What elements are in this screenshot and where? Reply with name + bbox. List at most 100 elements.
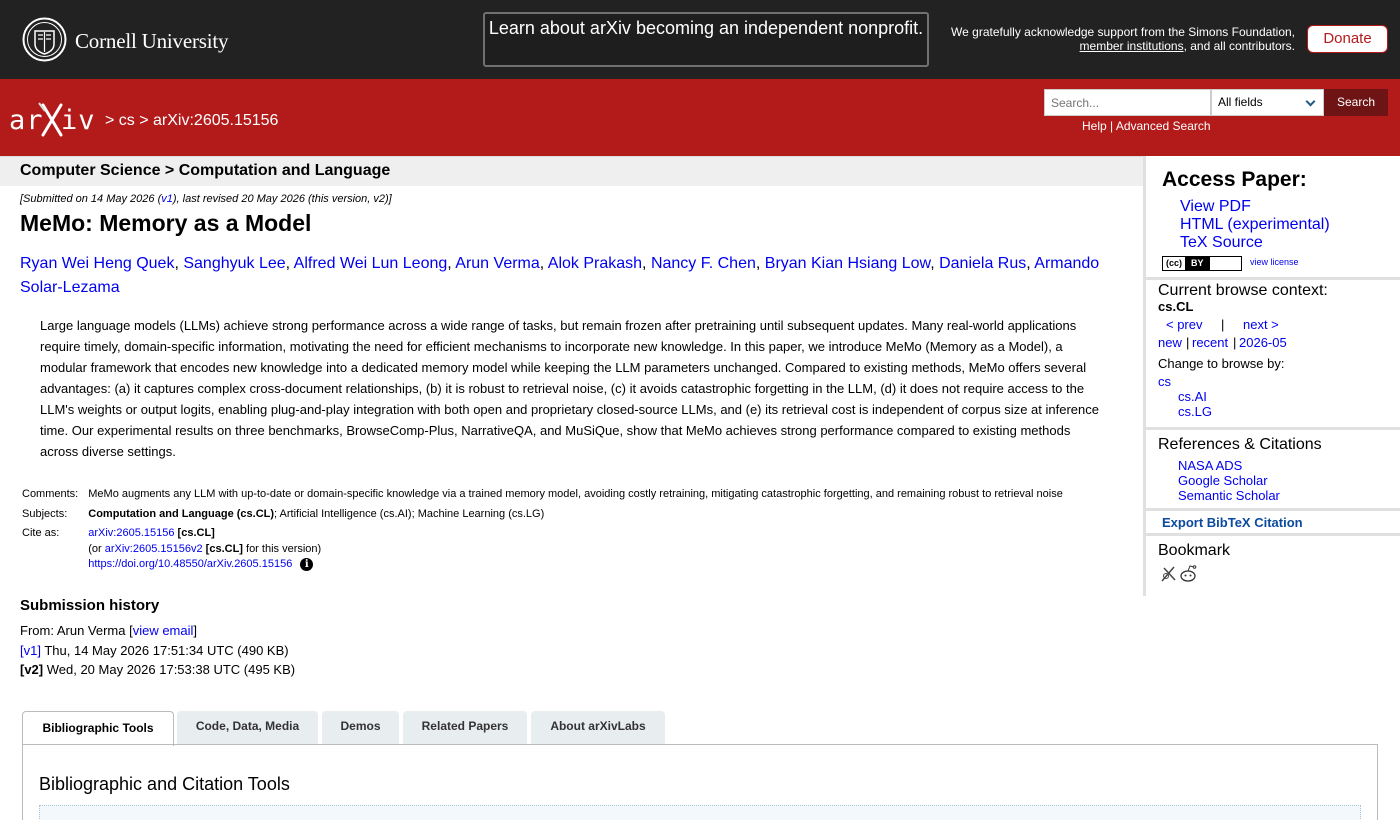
history-v2-text: Wed, 20 May 2026 17:53:38 UTC (495 KB): [43, 662, 296, 677]
tab-code-data-media[interactable]: Code, Data, Media: [177, 711, 318, 744]
history-from: From: Arun Verma [view email]: [20, 621, 295, 641]
help-link[interactable]: Help: [1082, 119, 1107, 133]
link-separator: |: [1106, 119, 1116, 133]
month-link[interactable]: 2026-05: [1239, 335, 1287, 350]
author-separator: ,: [174, 255, 184, 272]
view-email-link[interactable]: view email: [133, 623, 194, 638]
export-bibtex-link[interactable]: Export BibTeX Citation: [1162, 515, 1303, 530]
announcement-banner[interactable]: Learn about arXiv becoming an independen…: [483, 12, 929, 67]
chevron-down-icon: [1305, 96, 1316, 107]
browse-cs-link[interactable]: cs: [1158, 374, 1171, 389]
dateline-suffix: ), last revised 20 May 2026 (this versio…: [172, 193, 392, 205]
top-bar: Cornell University Learn about arXiv bec…: [0, 0, 1400, 79]
author-link[interactable]: Ryan Wei Heng Quek: [20, 255, 174, 272]
view-license-link[interactable]: view license: [1250, 257, 1299, 267]
author-link[interactable]: Bryan Kian Hsiang Low: [765, 255, 930, 272]
history-v2: [v2] Wed, 20 May 2026 17:53:38 UTC (495 …: [20, 660, 295, 680]
cite-category: [cs.CL]: [174, 527, 215, 539]
bibsonomy-icon[interactable]: [1160, 564, 1200, 584]
sidebar: Access Paper: View PDF HTML (experimenta…: [1143, 156, 1400, 596]
search-input[interactable]: Search...: [1044, 89, 1211, 116]
member-institutions-link[interactable]: member institutions: [1080, 39, 1184, 53]
html-experimental-link[interactable]: HTML (experimental): [1180, 216, 1330, 234]
history-v1-link[interactable]: [v1]: [20, 643, 41, 658]
author-separator: ,: [539, 255, 548, 272]
author-link[interactable]: Daniela Rus: [939, 255, 1026, 272]
cc-by-license-badge[interactable]: (cc) BY: [1162, 256, 1242, 271]
from-suffix: ]: [193, 623, 198, 638]
sidebar-divider: [1146, 427, 1400, 430]
advanced-search-link[interactable]: Advanced Search: [1116, 119, 1211, 133]
author-separator: ,: [755, 255, 765, 272]
google-scholar-link[interactable]: Google Scholar: [1178, 473, 1268, 488]
browse-context-value: cs.CL: [1158, 299, 1194, 314]
metadata-table: Comments: MeMo augments any LLM with up-…: [20, 485, 1065, 575]
sidebar-divider: [1146, 533, 1400, 536]
cite-or-suffix: for this version): [242, 542, 322, 555]
author-link[interactable]: Alfred Wei Lun Leong: [294, 255, 448, 272]
search-field-select[interactable]: All fields: [1211, 89, 1324, 116]
tab-about-arxivlabs[interactable]: About arXivLabs: [531, 711, 665, 744]
arxiv-logo-icon[interactable]: ar iv: [9, 99, 101, 139]
bookmark-title: Bookmark: [1158, 542, 1231, 559]
search-field-selected: All fields: [1218, 95, 1263, 109]
author-link[interactable]: Sanghyuk Lee: [183, 255, 285, 272]
v1-link[interactable]: v1: [161, 193, 173, 205]
cornell-seal-icon[interactable]: [22, 17, 67, 62]
history-v2-label: [v2]: [20, 662, 44, 677]
semantic-scholar-link[interactable]: Semantic Scholar: [1178, 488, 1280, 503]
history-v1: [v1] Thu, 14 May 2026 17:51:34 UTC (490 …: [20, 641, 295, 661]
browse-cs-lg-link[interactable]: cs.LG: [1178, 404, 1212, 419]
prev-link[interactable]: < prev: [1166, 317, 1203, 332]
references-title: References & Citations: [1158, 436, 1322, 453]
svg-text:ar: ar: [9, 105, 44, 136]
author-separator: ,: [285, 255, 294, 272]
support-text-suffix: , and all contributors.: [1183, 39, 1295, 53]
browse-context-title: Current browse context:: [1158, 282, 1328, 299]
cc-badge-right: BY: [1185, 257, 1210, 270]
comments-value: MeMo augments any LLM with up-to-date or…: [88, 488, 1063, 500]
arxiv-header: ar iv > cs > arXiv:2605.15156 Search... …: [0, 79, 1400, 156]
change-browse-label: Change to browse by:: [1158, 356, 1285, 371]
doi-link[interactable]: https://doi.org/10.48550/arXiv.2605.1515…: [88, 558, 292, 570]
tab-related-papers[interactable]: Related Papers: [403, 711, 527, 744]
support-text: We gratefully acknowledge support from t…: [951, 25, 1295, 39]
subjects-value: Computation and Language (cs.CL); Artifi…: [86, 505, 1065, 525]
cite-or-prefix: (or: [88, 542, 105, 555]
author-separator: ,: [642, 255, 651, 272]
next-link[interactable]: next >: [1243, 317, 1279, 332]
comments-label: Comments:: [22, 488, 79, 500]
table-row: Cite as: arXiv:2605.15156 [cs.CL] (or ar…: [20, 524, 1065, 575]
recent-link[interactable]: recent: [1192, 335, 1228, 350]
nav-separator: |: [1233, 335, 1237, 350]
tex-source-link[interactable]: TeX Source: [1180, 234, 1263, 252]
primary-subject: Computation and Language (cs.CL): [88, 507, 275, 520]
browse-cs-ai-link[interactable]: cs.AI: [1178, 389, 1207, 404]
tab-demos[interactable]: Demos: [322, 711, 399, 744]
cite-version-link[interactable]: arXiv:2605.15156v2: [105, 543, 203, 555]
search-button[interactable]: Search: [1324, 89, 1388, 116]
breadcrumb: > cs > arXiv:2605.15156: [105, 112, 279, 129]
other-subjects: ; Artificial Intelligence (cs.AI); Machi…: [274, 507, 545, 520]
sidebar-divider: [1146, 508, 1400, 511]
tab-bibliographic-tools[interactable]: Bibliographic Tools: [22, 711, 174, 746]
cornell-university-logo-text[interactable]: Cornell University: [75, 29, 228, 54]
cite-id-link[interactable]: arXiv:2605.15156: [88, 527, 174, 539]
reddit-icon: [1180, 565, 1197, 582]
subject-header: Computer Science > Computation and Langu…: [0, 156, 1143, 186]
tab-panel: Bibliographic and Citation Tools: [22, 744, 1378, 820]
sidebar-divider: [1146, 277, 1400, 280]
new-link[interactable]: new: [1158, 335, 1182, 350]
abstract: Large language models (LLMs) achieve str…: [40, 318, 1099, 459]
submission-dateline: [Submitted on 14 May 2026 (v1), last rev…: [20, 193, 392, 205]
view-pdf-link[interactable]: View PDF: [1180, 198, 1251, 216]
info-icon[interactable]: i: [300, 558, 314, 571]
nav-separator: |: [1221, 317, 1225, 332]
author-link[interactable]: Arun Verma: [455, 255, 539, 272]
author-link[interactable]: Nancy F. Chen: [651, 255, 756, 272]
cite-value: arXiv:2605.15156 [cs.CL] (or arXiv:2605.…: [86, 524, 1065, 575]
cc-badge-left: (cc): [1163, 257, 1186, 270]
author-link[interactable]: Alok Prakash: [548, 255, 642, 272]
donate-button[interactable]: Donate: [1307, 25, 1388, 53]
nasa-ads-link[interactable]: NASA ADS: [1178, 458, 1242, 473]
